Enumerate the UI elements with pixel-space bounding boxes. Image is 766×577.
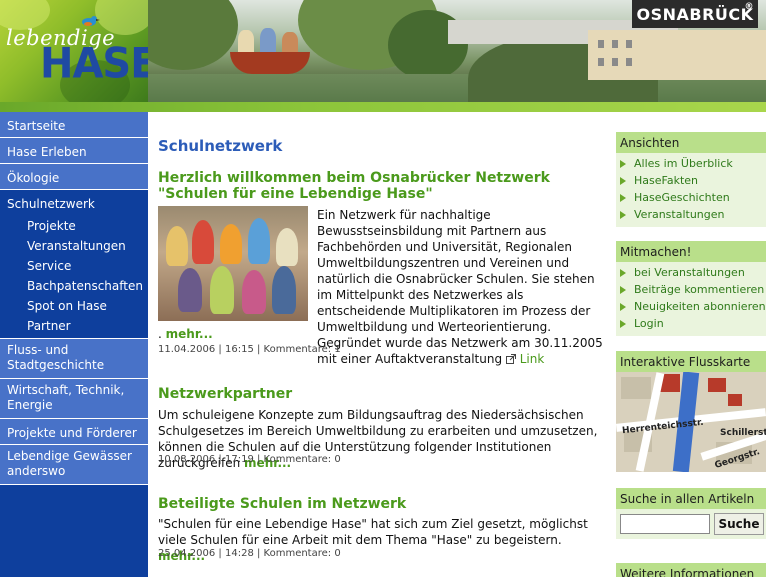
article-image-kids[interactable] bbox=[158, 206, 308, 321]
ansichten-list: Alles im Überblick HaseFakten HaseGeschi… bbox=[616, 153, 766, 227]
article-meta-willkommen: 11.04.2006 | 16:15 | Kommentare: 1 bbox=[158, 344, 341, 355]
mitmachen-heading: Mitmachen! bbox=[616, 241, 766, 262]
arrow-bullet-icon bbox=[620, 268, 626, 277]
search-input[interactable] bbox=[620, 514, 710, 534]
site-header: lebendige HASE OSNABRÜCK ® bbox=[0, 0, 766, 102]
subnav-item-service[interactable]: Service bbox=[0, 256, 148, 276]
nav-item-schulnetzwerk[interactable]: Schulnetzwerk bbox=[0, 190, 148, 216]
arrow-bullet-icon bbox=[620, 193, 626, 202]
article-meta-beteiligte-schulen: 25.04.2006 | 14:28 | Kommentare: 0 bbox=[158, 548, 341, 559]
mitmachen-list: bei Veranstaltungen Beiträge kommentiere… bbox=[616, 262, 766, 336]
ansichten-item-veranstaltungen[interactable]: Veranstaltungen bbox=[616, 206, 766, 223]
arrow-bullet-icon bbox=[620, 302, 626, 311]
nav-item-hase-erleben[interactable]: Hase Erleben bbox=[0, 138, 148, 164]
page-title: Schulnetzwerk bbox=[158, 137, 283, 155]
subnav-item-projekte[interactable]: Projekte bbox=[0, 216, 148, 236]
header-photo: OSNABRÜCK ® bbox=[148, 0, 766, 102]
arrow-bullet-icon bbox=[620, 319, 626, 328]
nav-item-startseite[interactable]: Startseite bbox=[0, 112, 148, 138]
search-button[interactable]: Suche bbox=[714, 513, 764, 535]
registered-mark: ® bbox=[744, 2, 754, 12]
main-content: Schulnetzwerk Herzlich willkommen beim O… bbox=[158, 112, 604, 577]
article-title-willkommen[interactable]: Herzlich willkommen beim Osnabrücker Net… bbox=[158, 170, 598, 202]
nav-item-wirtschaft-technik-energie[interactable]: Wirtschaft, Technik, Energie bbox=[0, 379, 148, 419]
nav-item-lebendige-gewaesser[interactable]: Lebendige Gewässer anderswo bbox=[0, 445, 148, 485]
city-badge[interactable]: OSNABRÜCK ® bbox=[632, 0, 758, 28]
subnav-item-spot-on-hase[interactable]: Spot on Hase bbox=[0, 296, 148, 316]
external-link[interactable]: Link bbox=[505, 352, 544, 366]
arrow-bullet-icon bbox=[620, 210, 626, 219]
city-badge-text: OSNABRÜCK bbox=[636, 4, 754, 24]
ansichten-item-hasefakten[interactable]: HaseFakten bbox=[616, 172, 766, 189]
ansichten-item-alles[interactable]: Alles im Überblick bbox=[616, 155, 766, 172]
arrow-bullet-icon bbox=[620, 285, 626, 294]
more-link-willkommen[interactable]: mehr... bbox=[166, 327, 213, 341]
arrow-bullet-icon bbox=[620, 176, 626, 185]
nav-item-projekte-foerderer[interactable]: Projekte und Förderer bbox=[0, 419, 148, 445]
mitmachen-item-veranstaltungen[interactable]: bei Veranstaltungen bbox=[616, 264, 766, 281]
article-meta-netzwerkpartner: 10.08.2006 | 17:19 | Kommentare: 0 bbox=[158, 454, 341, 465]
arrow-bullet-icon bbox=[620, 159, 626, 168]
nav-item-oekologie[interactable]: Ökologie bbox=[0, 164, 148, 190]
subnav-schulnetzwerk: Projekte Veranstaltungen Service Bachpat… bbox=[0, 216, 148, 339]
mitmachen-item-abonnieren[interactable]: Neuigkeiten abonnieren bbox=[616, 298, 766, 315]
header-divider-bar bbox=[0, 102, 766, 112]
more-prefix: . bbox=[158, 327, 162, 341]
main-navigation: Startseite Hase Erleben Ökologie Schulne… bbox=[0, 112, 148, 577]
ansichten-heading: Ansichten bbox=[616, 132, 766, 153]
subnav-item-veranstaltungen[interactable]: Veranstaltungen bbox=[0, 236, 148, 256]
weitere-informationen-heading: Weitere Informationen bbox=[616, 563, 766, 577]
external-link-icon bbox=[505, 354, 516, 364]
search-heading: Suche in allen Artikeln bbox=[616, 488, 766, 509]
article-body-willkommen: Ein Netzwerk für nachhaltige Bewusstsein… bbox=[317, 208, 603, 366]
flusskarte-heading: Interaktive Flusskarte bbox=[616, 351, 766, 372]
map-label-schillerstr: Schillerstr. bbox=[720, 428, 766, 438]
subnav-item-bachpatenschaften[interactable]: Bachpatenschaften bbox=[0, 276, 148, 296]
ansichten-item-hasegeschichten[interactable]: HaseGeschichten bbox=[616, 189, 766, 206]
right-sidebar: Ansichten Alles im Überblick HaseFakten … bbox=[616, 112, 766, 577]
subnav-item-partner[interactable]: Partner bbox=[0, 316, 148, 336]
interactive-river-map[interactable]: Herrenteichsstr. Schillerstr. Georgstr. bbox=[616, 372, 766, 472]
mitmachen-item-login[interactable]: Login bbox=[616, 315, 766, 332]
logo-text-bottom: HASE bbox=[40, 39, 148, 89]
article-title-beteiligte-schulen[interactable]: Beteiligte Schulen im Netzwerk bbox=[158, 496, 598, 512]
nav-item-fluss-stadtgeschichte[interactable]: Fluss- und Stadtgeschichte bbox=[0, 339, 148, 379]
mitmachen-item-kommentieren[interactable]: Beiträge kommentieren bbox=[616, 281, 766, 298]
site-logo[interactable]: lebendige HASE bbox=[0, 0, 148, 102]
article-title-netzwerkpartner[interactable]: Netzwerkpartner bbox=[158, 386, 598, 402]
